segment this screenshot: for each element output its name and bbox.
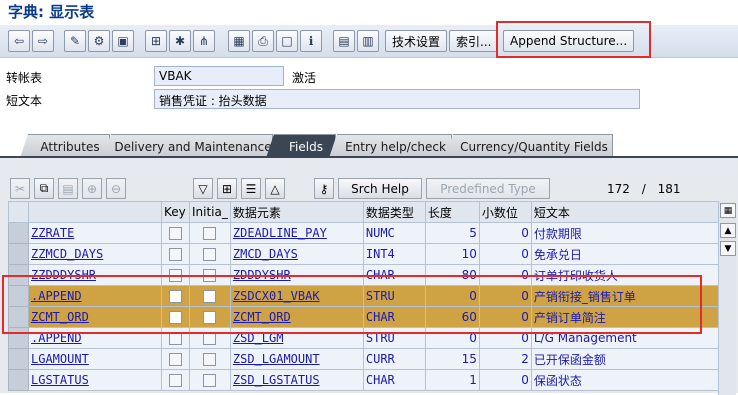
table-icon[interactable]: ▥ bbox=[357, 30, 379, 52]
data-element[interactable]: ZMCD_DAYS bbox=[229, 243, 364, 265]
delete-row-icon[interactable]: ⊖ bbox=[106, 178, 126, 199]
decimals-cell: 0 bbox=[478, 369, 532, 391]
key-checkbox[interactable] bbox=[161, 222, 190, 244]
col-key-header: Key bbox=[161, 201, 190, 223]
back-icon[interactable]: ⇦ bbox=[8, 30, 30, 52]
find-icon[interactable]: △ bbox=[265, 178, 285, 199]
scroll-down-icon[interactable]: ▼ bbox=[720, 241, 736, 256]
initial-checkbox[interactable] bbox=[189, 243, 231, 265]
table-name-label: 转帐表 bbox=[6, 71, 43, 85]
table-row[interactable]: ZZRATE ZDEADLINE_PAY NUMC 5 0 付款期限 bbox=[8, 222, 720, 244]
highlight-append-rows bbox=[2, 275, 702, 334]
length-cell: 10 bbox=[424, 243, 480, 265]
table-row[interactable]: LGAMOUNT ZSD_LGAMOUNT CURR 15 2 已开保函金额 bbox=[8, 348, 720, 370]
col-length-header: 长度 bbox=[424, 201, 480, 223]
grid-icon[interactable]: ▦ bbox=[228, 30, 250, 52]
field-name[interactable]: LGSTATUS bbox=[28, 369, 162, 391]
table-row[interactable]: LGSTATUS ZSD_LGSTATUS CHAR 1 0 保函状态 bbox=[8, 369, 720, 391]
col-initial-header: Initia_ bbox=[189, 201, 231, 223]
length-cell: 1 bbox=[424, 369, 480, 391]
tech-settings-button[interactable]: 技术设置 bbox=[385, 30, 448, 52]
initial-checkbox[interactable] bbox=[189, 348, 231, 370]
data-element[interactable]: ZDEADLINE_PAY bbox=[229, 222, 364, 244]
key-checkbox[interactable] bbox=[161, 348, 190, 370]
decimals-cell: 0 bbox=[478, 243, 532, 265]
layout-icon[interactable]: ▤ bbox=[333, 30, 355, 52]
counter-separator: / bbox=[641, 182, 646, 196]
col-element-header: 数据元素 bbox=[229, 201, 364, 223]
counter-current: 172 bbox=[607, 182, 630, 196]
forward-icon[interactable]: ⇨ bbox=[32, 30, 54, 52]
data-element[interactable]: ZSD_LGAMOUNT bbox=[229, 348, 364, 370]
flash-icon[interactable]: ✱ bbox=[169, 30, 191, 52]
status-text: 激活 bbox=[292, 71, 317, 85]
initial-checkbox[interactable] bbox=[189, 369, 231, 391]
srch-help-button[interactable]: Srch Help bbox=[338, 178, 422, 199]
network-icon[interactable]: ⋔ bbox=[193, 30, 215, 52]
tools-icon[interactable]: ⚙ bbox=[88, 30, 110, 52]
initial-checkbox[interactable] bbox=[189, 222, 231, 244]
data-type: CURR bbox=[362, 348, 426, 370]
blank-icon[interactable]: □ bbox=[276, 30, 298, 52]
list-icon[interactable]: ☰ bbox=[241, 178, 261, 199]
short-text-cell: 免承兑日 bbox=[530, 243, 720, 265]
table-row[interactable]: ZZMCD_DAYS ZMCD_DAYS INT4 10 0 免承兑日 bbox=[8, 243, 720, 265]
add-field-icon[interactable]: ⊞ bbox=[217, 178, 237, 199]
row-selector[interactable] bbox=[8, 222, 29, 244]
row-counter: 172 / 181 bbox=[607, 182, 681, 196]
col-field-header bbox=[28, 201, 162, 223]
col-type-header: 数据类型 bbox=[362, 201, 426, 223]
index-button[interactable]: 索引... bbox=[449, 30, 499, 52]
data-type: INT4 bbox=[362, 243, 426, 265]
paste-icon[interactable]: ▤ bbox=[58, 178, 78, 199]
key-checkbox[interactable] bbox=[161, 243, 190, 265]
print-icon[interactable]: ⎙ bbox=[252, 30, 274, 52]
short-text-label: 短文本 bbox=[6, 94, 43, 108]
field-name[interactable]: ZZRATE bbox=[28, 222, 162, 244]
cut-icon[interactable]: ✂ bbox=[10, 178, 30, 199]
edit-icon[interactable]: ✎ bbox=[64, 30, 86, 52]
field-name[interactable]: ZZMCD_DAYS bbox=[28, 243, 162, 265]
col-decimals-header: 小数位 bbox=[478, 201, 532, 223]
tab-fields[interactable]: Fields bbox=[266, 134, 336, 158]
short-text-cell: 已开保函金额 bbox=[530, 348, 720, 370]
row-selector[interactable] bbox=[8, 348, 29, 370]
predefined-type-button[interactable]: Predefined Type bbox=[426, 178, 550, 199]
tab-attributes[interactable]: Attributes bbox=[20, 134, 110, 158]
row-selector[interactable] bbox=[8, 369, 29, 391]
scroll-up-icon[interactable]: ▲ bbox=[720, 223, 736, 238]
decimals-cell: 2 bbox=[478, 348, 532, 370]
highlight-append-structure bbox=[496, 21, 651, 58]
vertical-scrollbar[interactable]: ▦ ▲ ▼ bbox=[718, 201, 736, 395]
column-settings-icon[interactable]: ▦ bbox=[720, 203, 736, 218]
length-cell: 5 bbox=[424, 222, 480, 244]
hierarchy-icon[interactable]: ⊞ bbox=[145, 30, 167, 52]
counter-total: 181 bbox=[657, 182, 681, 196]
decimals-cell: 0 bbox=[478, 222, 532, 244]
table-name-field[interactable]: VBAK bbox=[154, 66, 284, 86]
display-icon[interactable]: ▣ bbox=[112, 30, 134, 52]
short-text-field[interactable]: 销售凭证 : 抬头数据 bbox=[154, 89, 640, 109]
select-all-header[interactable] bbox=[8, 201, 29, 223]
field-name[interactable]: LGAMOUNT bbox=[28, 348, 162, 370]
tab-entry-help[interactable]: Entry help/check bbox=[329, 134, 452, 158]
short-text-cell: 付款期限 bbox=[530, 222, 720, 244]
filter-icon[interactable]: ▽ bbox=[193, 178, 213, 199]
key-icon[interactable]: ⚷ bbox=[314, 178, 334, 199]
tab-currency-quantity[interactable]: Currency/Quantity Fields bbox=[445, 134, 613, 158]
data-element[interactable]: ZSD_LGSTATUS bbox=[229, 369, 364, 391]
tab-delivery-maintenance[interactable]: Delivery and Maintenance bbox=[103, 134, 273, 158]
info-icon[interactable]: ℹ bbox=[300, 30, 322, 52]
data-type: CHAR bbox=[362, 369, 426, 391]
data-type: NUMC bbox=[362, 222, 426, 244]
tab-strip: Attributes Delivery and Maintenance Fiel… bbox=[0, 128, 738, 158]
insert-row-icon[interactable]: ⊕ bbox=[82, 178, 102, 199]
short-text-cell: 保函状态 bbox=[530, 369, 720, 391]
length-cell: 15 bbox=[424, 348, 480, 370]
copy-icon[interactable]: ⧉ bbox=[34, 178, 54, 199]
row-selector[interactable] bbox=[8, 243, 29, 265]
col-text-header: 短文本 bbox=[530, 201, 720, 223]
window-title: 字典: 显示表 bbox=[8, 3, 95, 21]
key-checkbox[interactable] bbox=[161, 369, 190, 391]
